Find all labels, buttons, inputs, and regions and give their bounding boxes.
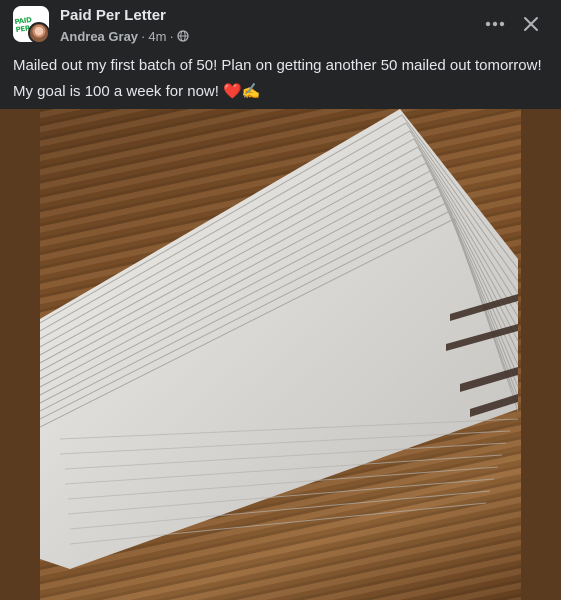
- globe-icon[interactable]: [177, 30, 189, 42]
- meta-separator-2: ·: [169, 28, 174, 44]
- more-options-button[interactable]: [481, 11, 509, 37]
- author-name-link[interactable]: Andrea Gray: [60, 29, 138, 44]
- post-text-line-1: Mailed out my first batch of 50! Plan on…: [13, 57, 542, 74]
- group-name-link[interactable]: Paid Per Letter: [60, 7, 166, 24]
- more-horizontal-icon: [485, 21, 505, 27]
- author-avatar[interactable]: [28, 22, 50, 44]
- envelope-stack-illustration: [40, 109, 519, 569]
- post-media[interactable]: [0, 109, 561, 600]
- post-text-line-2: My goal is 100 a week for now! ❤️✍️: [13, 79, 553, 105]
- close-icon: [524, 17, 538, 31]
- post-text-line-2-text: My goal is 100 a week for now!: [13, 83, 219, 100]
- post-meta: Andrea Gray · 4m ·: [60, 28, 189, 44]
- post-photo[interactable]: [40, 109, 521, 600]
- heart-emoji: ❤️: [223, 83, 242, 100]
- post-body: Mailed out my first batch of 50! Plan on…: [13, 53, 553, 105]
- writing-hand-emoji: ✍️: [241, 83, 261, 100]
- close-button[interactable]: [517, 10, 545, 38]
- meta-separator: ·: [141, 28, 146, 44]
- post-timestamp[interactable]: 4m: [148, 29, 166, 44]
- post-header: PAID PER Paid Per Letter Andrea Gray · 4…: [0, 0, 561, 50]
